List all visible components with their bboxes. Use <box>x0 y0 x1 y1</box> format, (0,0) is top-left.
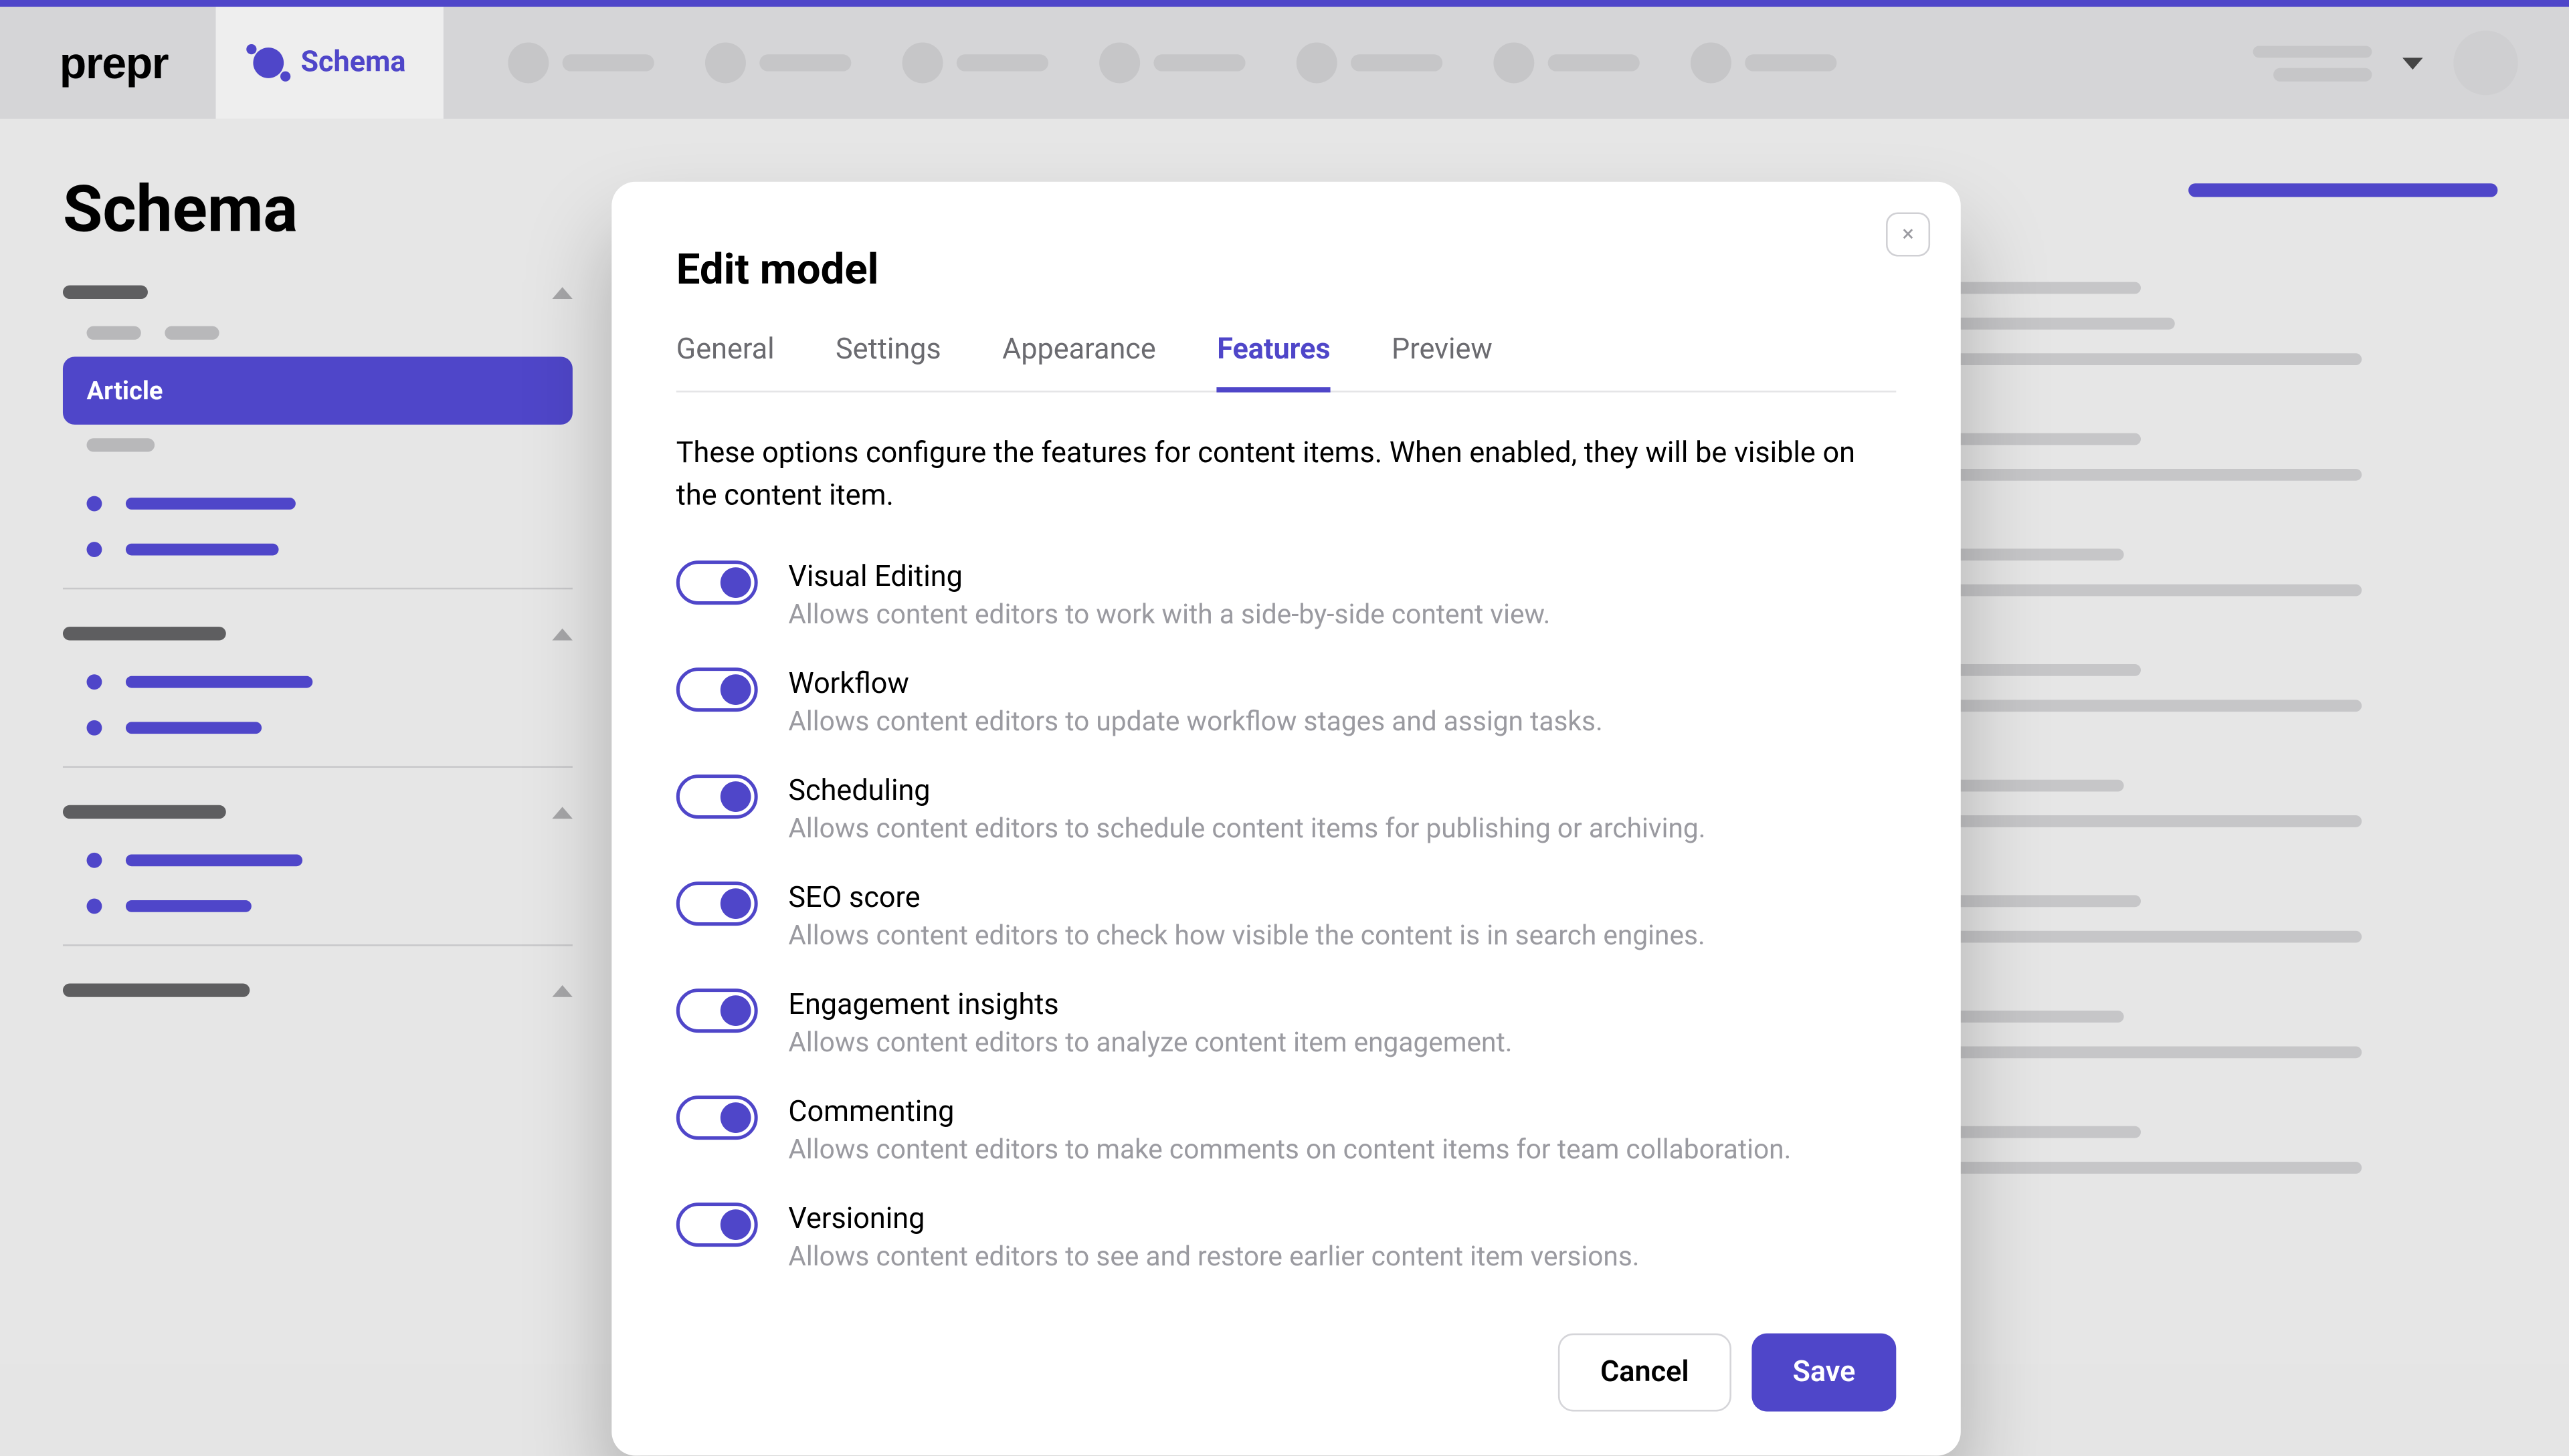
feature-workflow: Workflow Allows content editors to updat… <box>676 668 1896 738</box>
feature-title: Workflow <box>788 668 1602 702</box>
sidebar-divider <box>63 944 573 946</box>
feature-desc: Allows content editors to update workflo… <box>788 706 1602 738</box>
toggle-commenting[interactable] <box>676 1096 758 1140</box>
feature-desc: Allows content editors to schedule conte… <box>788 813 1705 845</box>
feature-title: Scheduling <box>788 775 1705 809</box>
feature-desc: Allows content editors to check how visi… <box>788 920 1705 952</box>
chevron-up-icon <box>552 286 572 298</box>
feature-visual-editing: Visual Editing Allows content editors to… <box>676 561 1896 631</box>
sidebar-link[interactable] <box>63 898 573 914</box>
tab-appearance[interactable]: Appearance <box>1002 333 1156 393</box>
toggle-workflow[interactable] <box>676 668 758 712</box>
feature-title: Versioning <box>788 1203 1639 1237</box>
schema-icon <box>253 47 284 78</box>
edit-model-dialog: × Edit model General Settings Appearance… <box>611 182 1961 1456</box>
toggle-visual-editing[interactable] <box>676 561 758 605</box>
cancel-button[interactable]: Cancel <box>1558 1334 1731 1412</box>
tab-preview[interactable]: Preview <box>1392 333 1493 393</box>
feature-desc: Allows content editors to work with a si… <box>788 599 1550 631</box>
sidebar-link[interactable] <box>63 542 573 557</box>
nav-tab-schema[interactable]: Schema <box>215 7 443 119</box>
feature-title: Commenting <box>788 1096 1791 1130</box>
feature-desc: Allows content editors to see and restor… <box>788 1241 1639 1273</box>
feature-desc: Allows content editors to analyze conten… <box>788 1027 1512 1059</box>
avatar[interactable] <box>2453 31 2518 96</box>
chevron-up-icon <box>552 627 572 639</box>
right-panel-placeholder <box>1954 183 2515 1197</box>
dialog-description: These options configure the features for… <box>676 433 1883 517</box>
sidebar-group-header[interactable] <box>63 627 573 640</box>
dialog-footer: Cancel Save <box>676 1334 1896 1412</box>
sidebar-item-placeholder[interactable] <box>63 438 573 451</box>
sidebar: Article <box>63 268 573 1031</box>
tab-features[interactable]: Features <box>1217 333 1330 393</box>
page-content: Schema Article <box>0 119 2569 1364</box>
close-button[interactable]: × <box>1886 212 1930 256</box>
chevron-down-icon[interactable] <box>2402 57 2422 69</box>
tab-general[interactable]: General <box>676 333 775 393</box>
sidebar-link[interactable] <box>63 720 573 736</box>
header-right-controls <box>2253 7 2518 119</box>
feature-desc: Allows content editors to make comments … <box>788 1134 1791 1166</box>
dialog-title: Edit model <box>676 246 1896 296</box>
sidebar-group-header[interactable] <box>63 983 573 997</box>
feature-title: SEO score <box>788 882 1705 916</box>
feature-scheduling: Scheduling Allows content editors to sch… <box>676 775 1896 845</box>
cancel-button-label: Cancel <box>1600 1356 1689 1390</box>
sidebar-subheader <box>63 326 573 340</box>
toggle-engagement[interactable] <box>676 989 758 1033</box>
sidebar-group-header[interactable] <box>63 805 573 819</box>
top-accent-strip <box>0 0 2569 7</box>
nav-tab-label: Schema <box>300 46 405 80</box>
sidebar-divider <box>63 766 573 768</box>
sidebar-item-article[interactable]: Article <box>63 356 573 425</box>
close-icon: × <box>1902 221 1914 247</box>
chevron-up-icon <box>552 806 572 818</box>
feature-versioning: Versioning Allows content editors to see… <box>676 1203 1896 1273</box>
save-button-label: Save <box>1792 1356 1855 1390</box>
feature-title: Engagement insights <box>788 989 1512 1023</box>
tab-settings[interactable]: Settings <box>836 333 941 393</box>
sidebar-divider <box>63 588 573 590</box>
dialog-tabs: General Settings Appearance Features Pre… <box>676 333 1896 393</box>
app-header: prepr Schema <box>0 7 2569 119</box>
sidebar-link[interactable] <box>63 853 573 868</box>
feature-engagement: Engagement insights Allows content edito… <box>676 989 1896 1059</box>
sidebar-item-label: Article <box>87 375 163 406</box>
sidebar-link[interactable] <box>63 496 573 512</box>
page-title: Schema <box>63 173 298 248</box>
sidebar-link[interactable] <box>63 674 573 690</box>
sidebar-group-header[interactable] <box>63 268 573 316</box>
app-logo: prepr <box>60 37 168 90</box>
header-placeholder-nav <box>508 42 1836 83</box>
feature-seo-score: SEO score Allows content editors to chec… <box>676 882 1896 952</box>
save-button[interactable]: Save <box>1752 1334 1897 1412</box>
toggle-scheduling[interactable] <box>676 775 758 819</box>
feature-commenting: Commenting Allows content editors to mak… <box>676 1096 1896 1166</box>
feature-title: Visual Editing <box>788 561 1550 595</box>
toggle-seo-score[interactable] <box>676 882 758 926</box>
chevron-up-icon <box>552 984 572 997</box>
toggle-versioning[interactable] <box>676 1203 758 1247</box>
